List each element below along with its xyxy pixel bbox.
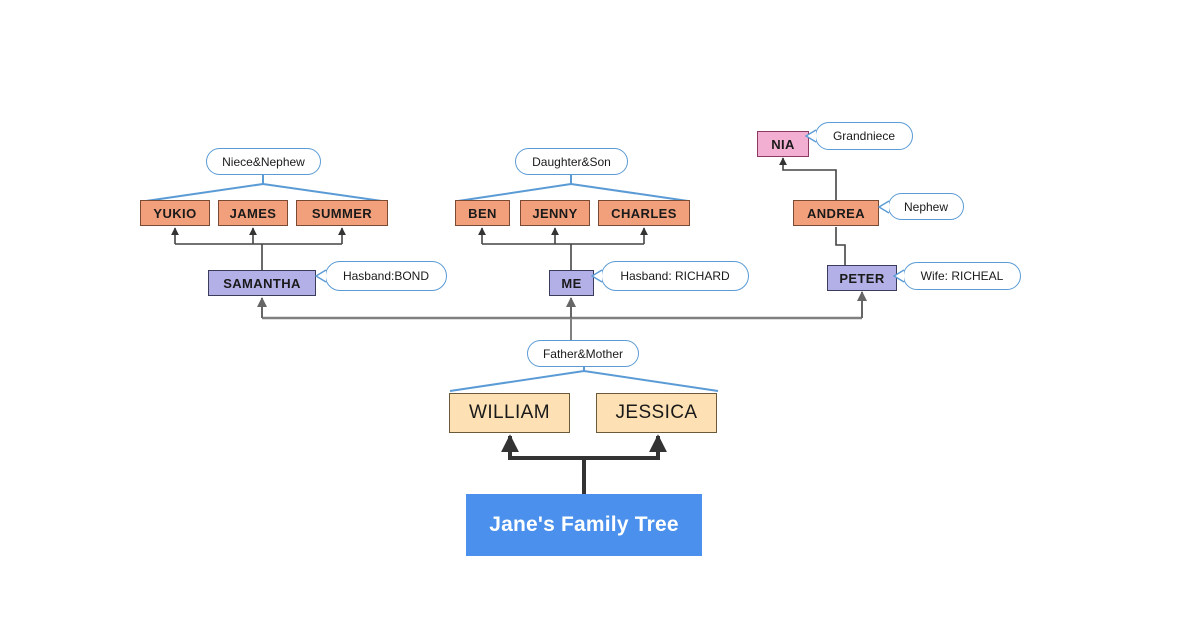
callout-nia-grandniece[interactable]: Grandniece	[815, 122, 913, 150]
family-tree-diagram: YUKIO JAMES SUMMER BEN JENNY CHARLES AND…	[0, 0, 1200, 630]
node-label: JESSICA	[615, 402, 698, 423]
callout-father-mother[interactable]: Father&Mother	[527, 340, 639, 367]
node-samantha[interactable]: SAMANTHA	[208, 270, 316, 296]
node-me[interactable]: ME	[549, 270, 594, 296]
node-label: ANDREA	[806, 205, 865, 221]
callout-daughter-son[interactable]: Daughter&Son	[515, 148, 628, 175]
root-title-label: Jane's Family Tree	[489, 513, 679, 536]
node-james[interactable]: JAMES	[218, 200, 288, 226]
node-charles[interactable]: CHARLES	[598, 200, 690, 226]
callout-label: Hasband: RICHARD	[620, 269, 730, 283]
connector-root-to-parents	[501, 434, 667, 494]
node-label: WILLIAM	[469, 402, 550, 423]
callout-andrea-nephew[interactable]: Nephew	[888, 193, 964, 220]
node-label: SUMMER	[311, 205, 373, 221]
callout-label: Daughter&Son	[532, 154, 611, 169]
connector-daughter-son-fan	[457, 175, 689, 202]
node-jenny[interactable]: JENNY	[520, 200, 590, 226]
node-label: NIA	[771, 136, 795, 152]
node-label: JENNY	[532, 205, 578, 221]
callout-label: Nephew	[903, 199, 949, 214]
connector-niece-nephew-fan	[145, 175, 383, 202]
callout-label: Grandniece	[832, 129, 896, 143]
callout-label: Father&Mother	[542, 346, 624, 361]
connector-siblings-bus	[257, 291, 867, 343]
callout-label: Hasband:BOND	[342, 269, 430, 283]
node-label: BEN	[468, 205, 497, 221]
node-summer[interactable]: SUMMER	[296, 200, 388, 226]
node-label: JAMES	[229, 205, 277, 221]
callout-peter-wife[interactable]: Wife: RICHEAL	[903, 262, 1021, 290]
node-nia[interactable]: NIA	[757, 131, 809, 157]
node-root-title[interactable]: Jane's Family Tree	[466, 494, 702, 556]
node-william[interactable]: WILLIAM	[449, 393, 570, 433]
node-andrea[interactable]: ANDREA	[793, 200, 879, 226]
callout-niece-nephew[interactable]: Niece&Nephew	[206, 148, 321, 175]
node-peter[interactable]: PETER	[827, 265, 897, 291]
callout-me-husband[interactable]: Hasband: RICHARD	[601, 261, 749, 291]
node-jessica[interactable]: JESSICA	[596, 393, 717, 433]
node-label: SAMANTHA	[223, 275, 301, 291]
node-label: CHARLES	[611, 205, 677, 221]
node-label: PETER	[839, 270, 885, 286]
node-ben[interactable]: BEN	[455, 200, 510, 226]
connector-samantha-children	[171, 227, 346, 270]
node-label: YUKIO	[153, 205, 197, 221]
callout-samantha-husband[interactable]: Hasband:BOND	[325, 261, 447, 291]
node-yukio[interactable]: YUKIO	[140, 200, 210, 226]
callout-label: Wife: RICHEAL	[920, 269, 1004, 283]
callout-label: Niece&Nephew	[222, 154, 305, 169]
node-label: ME	[561, 275, 582, 291]
